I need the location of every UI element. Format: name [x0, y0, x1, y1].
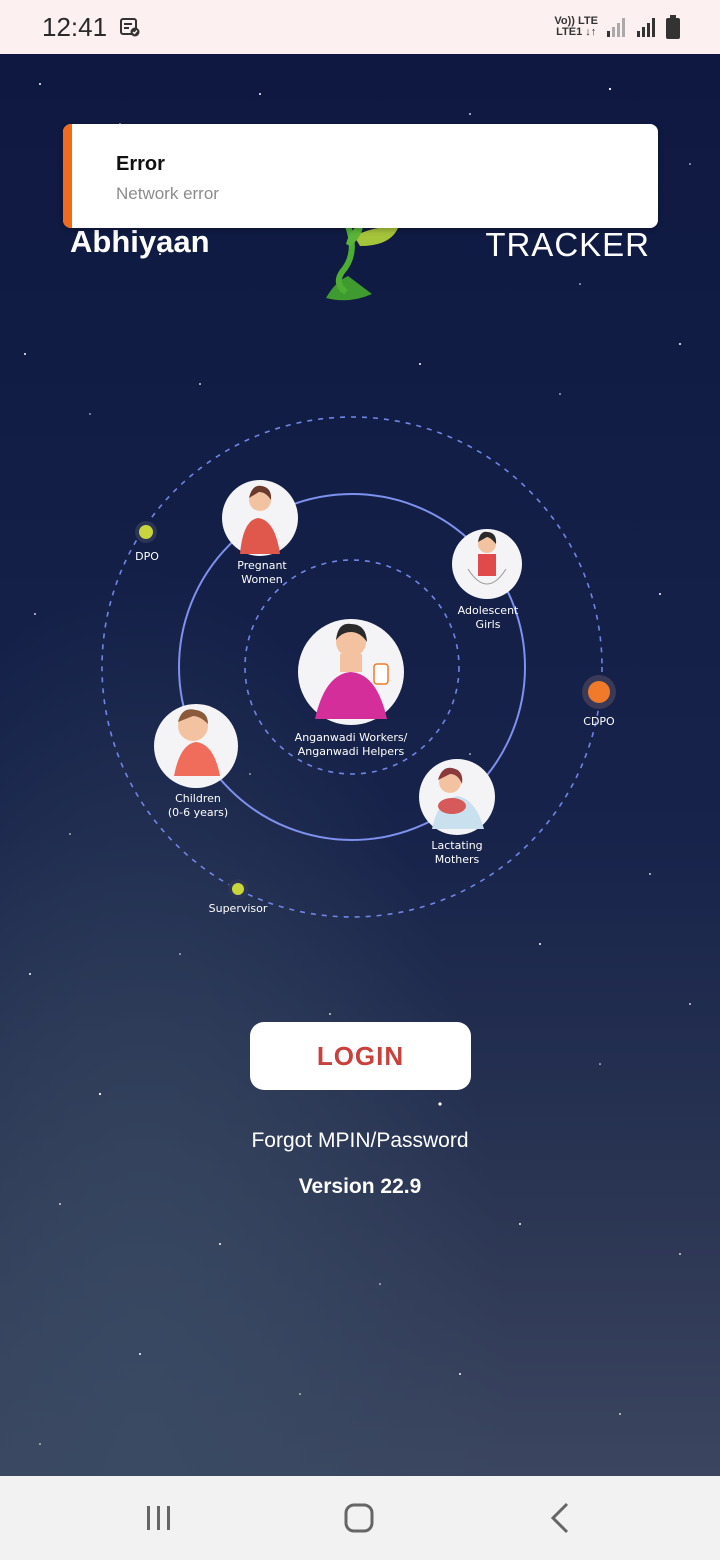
dpo-label: DPO: [135, 550, 159, 563]
beneficiary-orbit-diagram: [101, 416, 616, 918]
adolescent-girls-label-line2: Girls: [475, 618, 501, 631]
anganwadi-label-line1: Anganwadi Workers/: [294, 731, 408, 744]
login-button[interactable]: LOGIN: [250, 1022, 471, 1090]
children-label: Children (0-6 years): [168, 792, 228, 820]
lactating-mothers-label-line1: Lactating: [431, 839, 483, 852]
back-icon[interactable]: [541, 1498, 581, 1538]
children-label-line1: Children: [175, 792, 221, 805]
anganwadi-worker-avatar: [298, 619, 404, 725]
toast-message: Network error: [116, 184, 219, 203]
children-label-line2: (0-6 years): [167, 806, 229, 819]
login-button-label: LOGIN: [316, 1040, 405, 1071]
children-avatar: [154, 704, 238, 788]
adolescent-girls-avatar: [452, 529, 522, 599]
pregnant-women-label: Pregnant Women: [237, 559, 286, 587]
home-icon[interactable]: [339, 1498, 379, 1538]
login-background: Abhiyaan TRACKER Anganwadi Workers/ Anga…: [0, 54, 720, 1476]
lactating-mothers-avatar: [419, 759, 495, 835]
supervisor-label: Supervisor: [208, 902, 268, 915]
notification-icon: [120, 18, 140, 37]
error-toast[interactable]: Error Network error: [63, 124, 658, 228]
supervisor-dot: [232, 883, 244, 895]
dpo-dot: [139, 525, 153, 539]
battery-icon: [666, 15, 680, 39]
adolescent-girls-label: Adolescent Girls: [458, 604, 519, 632]
lactating-mothers-label: Lactating Mothers: [431, 839, 482, 867]
forgot-mpin-link[interactable]: Forgot MPIN/Password: [0, 1129, 720, 1153]
cdpo-dot: [588, 681, 610, 703]
toast-title: Error: [116, 153, 165, 175]
lactating-mothers-label-line2: Mothers: [434, 853, 480, 866]
status-time: 12:41: [42, 12, 108, 42]
cdpo-label: CDPO: [583, 715, 615, 728]
anganwadi-label: Anganwadi Workers/ Anganwadi Helpers: [295, 731, 408, 759]
adolescent-girls-label-line1: Adolescent: [457, 604, 519, 617]
pregnant-women-avatar: [222, 480, 298, 556]
toast-accent-bar: [63, 124, 72, 228]
pregnant-women-label-line1: Pregnant: [237, 559, 287, 572]
signal-icon: [637, 18, 655, 37]
status-icons: Vo)) LTE LTE1 ↓↑: [554, 12, 680, 42]
network-bottom: LTE1 ↓↑: [556, 26, 597, 38]
signal-icon: [607, 18, 625, 37]
network-indicator: Vo)) LTE LTE1 ↓↑: [554, 16, 598, 38]
system-nav-bar: [0, 1476, 720, 1560]
status-bar: 12:41 Vo)) LTE LTE1 ↓↑: [0, 0, 720, 54]
anganwadi-label-line2: Anganwadi Helpers: [297, 745, 405, 758]
recent-apps-icon[interactable]: [139, 1498, 179, 1538]
pregnant-women-label-line2: Women: [241, 573, 283, 586]
version-text: Version 22.9: [298, 1175, 422, 1198]
app-screen: 12:41 Vo)) LTE LTE1 ↓↑ Abhiyaan TRACKER …: [0, 0, 720, 1560]
